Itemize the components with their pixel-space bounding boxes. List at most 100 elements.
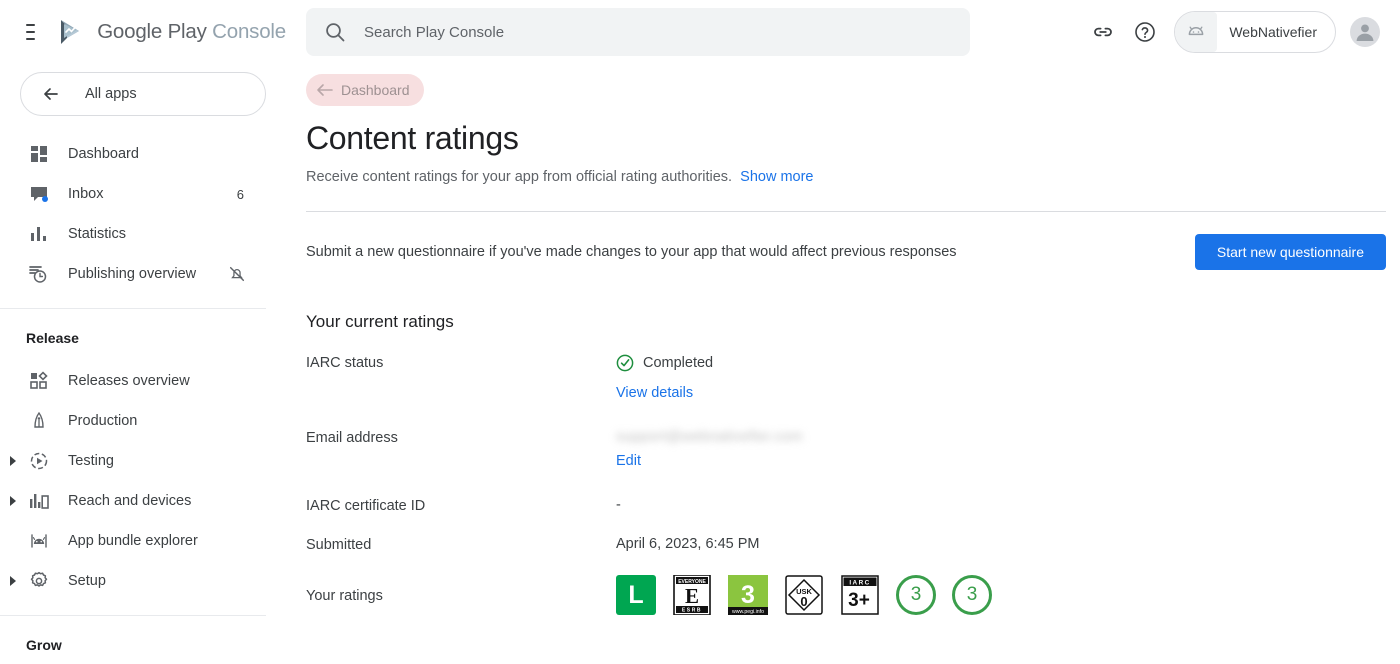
all-apps-button[interactable]: All apps (20, 72, 266, 116)
statistics-icon (26, 224, 52, 244)
play-console-app: Google Play Console All apps Dashboard I… (0, 0, 1400, 664)
sidebar-item-app-bundle-explorer[interactable]: App bundle explorer (0, 521, 286, 561)
app-selector-chip[interactable]: WebNativefier (1174, 11, 1336, 53)
avatar[interactable] (1350, 17, 1380, 47)
link-icon[interactable] (1082, 11, 1124, 53)
svg-text:0: 0 (800, 594, 807, 609)
app-name-label: WebNativefier (1229, 24, 1317, 40)
iarc-status-line: Completed (616, 354, 713, 372)
edit-email-link[interactable]: Edit (616, 453, 641, 469)
rocket-icon (26, 411, 52, 431)
show-more-link[interactable]: Show more (740, 169, 813, 185)
sidebar-label-setup: Setup (68, 573, 106, 589)
sidebar-item-reach-and-devices[interactable]: Reach and devices (0, 481, 286, 521)
detail-row-iarc-status: IARC status Completed View details (306, 354, 1400, 401)
your-ratings-label: Your ratings (306, 587, 383, 604)
brand-logo-group[interactable]: Google Play Console (57, 17, 286, 47)
view-details-link[interactable]: View details (616, 385, 693, 401)
svg-text:IARC: IARC (849, 579, 870, 586)
search-input[interactable]: Search Play Console (306, 8, 970, 56)
usk-0-badge: USK 0 (785, 575, 823, 615)
sidebar-item-statistics[interactable]: Statistics (0, 214, 286, 254)
svg-text:ESRB: ESRB (682, 608, 702, 614)
brand-google-play: Google Play (97, 20, 207, 43)
start-new-questionnaire-button[interactable]: Start new questionnaire (1194, 234, 1386, 270)
svg-text:www.pegi.info: www.pegi.info (732, 609, 764, 615)
sidebar-item-inbox[interactable]: Inbox 6 (0, 174, 286, 214)
sidebar-item-dashboard[interactable]: Dashboard (0, 134, 286, 174)
arrow-left-icon (44, 88, 58, 100)
breadcrumb[interactable]: Dashboard (306, 74, 424, 106)
sidebar-label-statistics: Statistics (68, 226, 127, 242)
sidebar-divider-2 (0, 615, 266, 616)
search-icon (326, 23, 345, 42)
all-apps-label: All apps (85, 86, 137, 102)
inbox-icon (26, 184, 52, 204)
brand-text: Google Play Console (97, 20, 286, 44)
esrb-everyone-badge: EVERYONE E ESRB (673, 575, 711, 615)
expand-caret-icon[interactable] (0, 496, 26, 506)
sidebar-divider-1 (0, 308, 266, 309)
sidebar-item-setup[interactable]: Setup (0, 561, 286, 601)
breadcrumb-label: Dashboard (341, 82, 410, 98)
inbox-count-badge: 6 (236, 186, 244, 202)
sidebar-header: Google Play Console (0, 0, 286, 64)
hamburger-menu-icon[interactable] (26, 24, 36, 40)
expand-caret-icon[interactable] (0, 456, 26, 466)
expand-caret-icon[interactable] (0, 576, 26, 586)
sidebar-item-production[interactable]: Production (0, 401, 286, 441)
sidebar-label-releases-overview: Releases overview (68, 373, 190, 389)
sidebar-main-nav: Dashboard Inbox 6 Statistics Publishing … (0, 134, 286, 294)
sidebar-item-releases-overview[interactable]: Releases overview (0, 361, 286, 401)
detail-row-certificate-id: IARC certificate ID - (306, 497, 1400, 514)
classind-l-badge: L (616, 575, 656, 615)
releases-overview-icon (26, 371, 52, 391)
sidebar-label-app-bundle-explorer: App bundle explorer (68, 533, 198, 549)
iarc-certificate-id-value: - (616, 497, 621, 513)
svg-text:3+: 3+ (848, 590, 870, 611)
divider (306, 211, 1386, 212)
dashboard-icon (26, 144, 52, 164)
brand-console: Console (212, 20, 286, 43)
sidebar-section-grow: Grow (26, 637, 62, 653)
iarc-status-value: Completed (643, 355, 714, 371)
section-title-current-ratings: Your current ratings (306, 312, 454, 331)
submitted-value: April 6, 2023, 6:45 PM (616, 536, 760, 552)
top-bar-actions: WebNativefier (1082, 11, 1380, 53)
sidebar-label-dashboard: Dashboard (68, 146, 139, 162)
iarc-certificate-id-label: IARC certificate ID (306, 498, 426, 514)
detail-row-your-ratings: Your ratings L EVERYONE E ESRB 3 www.peg… (306, 575, 1400, 615)
sidebar-label-publishing-overview: Publishing overview (68, 266, 197, 282)
detail-row-submitted: Submitted April 6, 2023, 6:45 PM (306, 536, 1400, 553)
pegi-3-badge: 3 www.pegi.info (728, 575, 768, 615)
arrow-left-icon (317, 84, 333, 96)
android-bundle-icon (26, 531, 52, 551)
google-play-icon (61, 20, 80, 44)
page-title: Content ratings (306, 120, 519, 156)
page-content: Dashboard Content ratings Receive conten… (286, 64, 1400, 615)
sidebar-item-publishing-overview[interactable]: Publishing overview (0, 254, 286, 294)
sidebar-section-release: Release (26, 330, 79, 346)
notifications-off-icon[interactable] (228, 265, 246, 283)
email-address-label: Email address (306, 430, 398, 446)
top-bar: Search Play Console WebNativefier (286, 0, 1400, 64)
detail-row-email: Email address support@webnativefier.com … (306, 429, 1400, 469)
gear-icon (26, 571, 52, 591)
page-description-text: Receive content ratings for your app fro… (306, 169, 733, 185)
submit-questionnaire-text: Submit a new questionnaire if you've mad… (306, 244, 957, 260)
testing-play-icon (26, 451, 52, 471)
sidebar-label-inbox: Inbox (68, 186, 104, 202)
svg-text:3: 3 (741, 581, 755, 609)
reach-devices-icon (26, 491, 52, 511)
email-address-value-redacted: support@webnativefier.com (616, 429, 803, 445)
iarc-status-label: IARC status (306, 355, 384, 371)
submitted-label: Submitted (306, 537, 372, 553)
sidebar-item-testing[interactable]: Testing (0, 441, 286, 481)
sidebar-label-testing: Testing (68, 453, 114, 469)
main-area: Search Play Console WebNativefier Dashbo… (286, 0, 1400, 664)
sidebar-label-production: Production (68, 413, 138, 429)
publishing-overview-icon (26, 264, 52, 284)
help-icon[interactable] (1124, 11, 1166, 53)
check-circle-icon (616, 354, 634, 372)
iarc-3plus-badge: IARC 3+ (841, 575, 879, 615)
